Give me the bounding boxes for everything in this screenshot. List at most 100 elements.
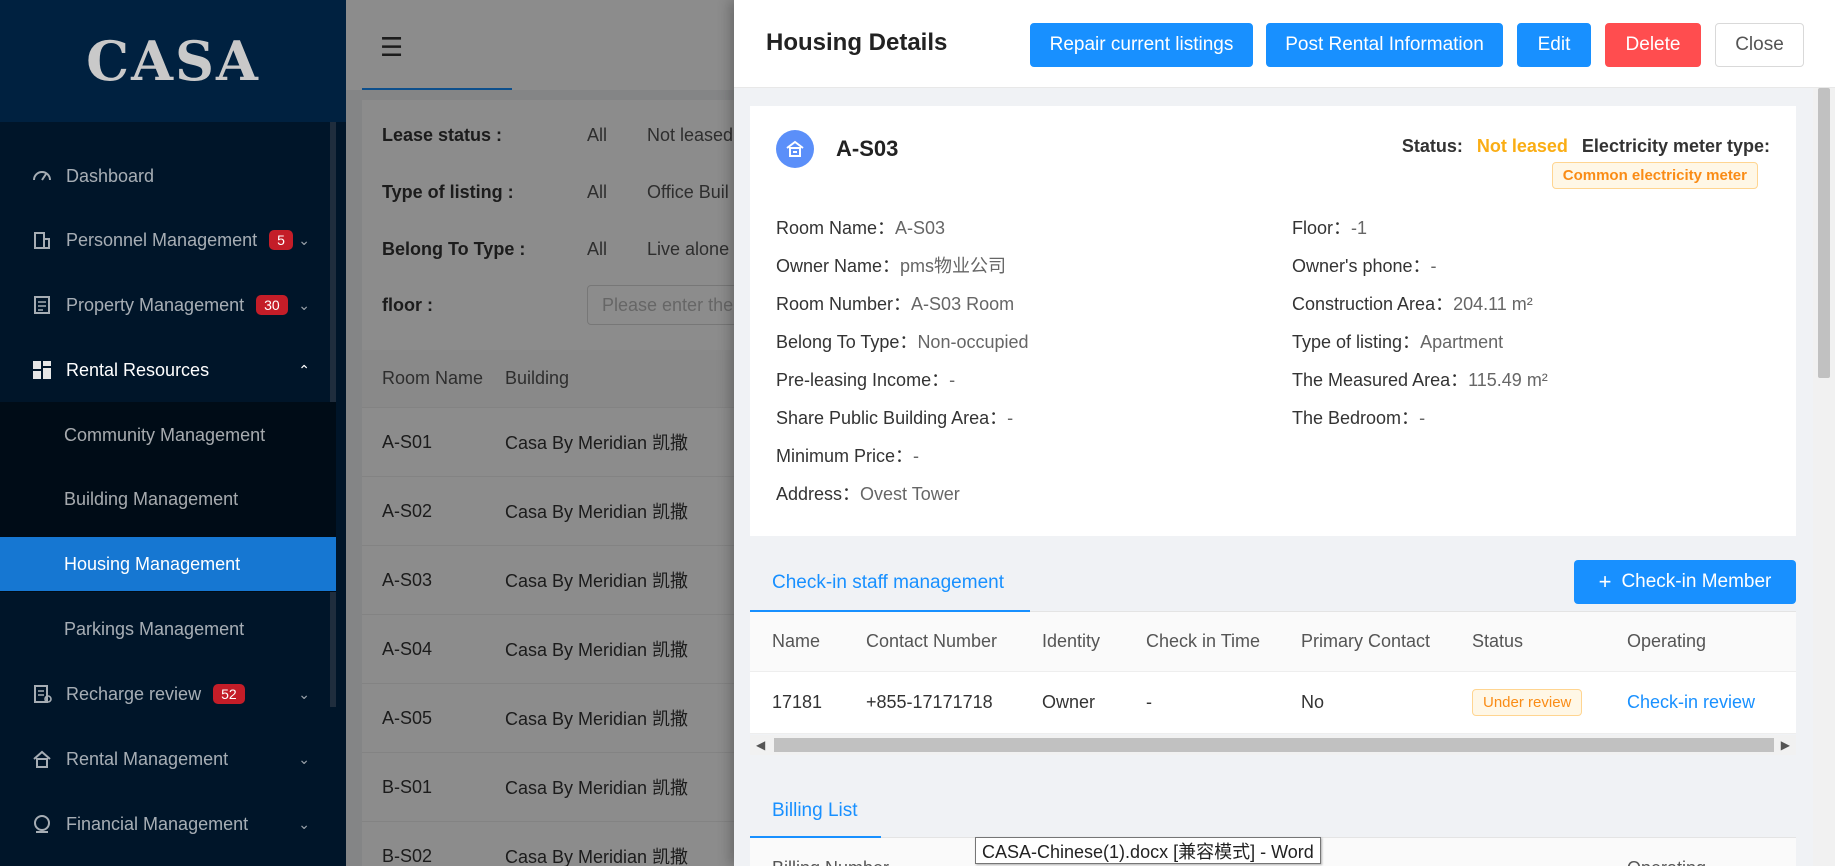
close-button[interactable]: Close <box>1715 23 1804 67</box>
submenu-housing[interactable]: Housing Management <box>0 537 336 591</box>
menu-label: Financial Management <box>66 813 249 834</box>
menu-item-rental-resources[interactable]: Rental Resources ⌃ <box>0 342 336 398</box>
status-label: Status: <box>1401 136 1463 156</box>
field-value: - <box>1007 408 1014 428</box>
cell-phone: +855-17171718 <box>866 692 993 712</box>
edit-button[interactable]: Edit <box>1517 23 1591 67</box>
column-header: Operating <box>1627 631 1707 651</box>
field-value: - <box>1419 408 1426 428</box>
field-room-number: Room Number：A-S03 Room <box>776 290 1014 316</box>
field-value: 115.49 m² <box>1468 370 1548 390</box>
field-label: Share Public Building Area： <box>776 408 1008 428</box>
horizontal-scrollbar[interactable]: ◀ ▶ <box>750 735 1796 755</box>
delete-button[interactable]: Delete <box>1605 23 1701 67</box>
sidebar: CASA Dashboard Personnel Management 5 ⌄ … <box>0 0 346 866</box>
count-badge: 52 <box>213 684 245 704</box>
menu-item-property[interactable]: Property Management 30 ⌄ <box>0 277 336 333</box>
post-rental-button[interactable]: Post Rental Information <box>1266 23 1503 67</box>
column-header: Billing Number <box>772 858 889 866</box>
chevron-down-icon: ⌄ <box>298 815 310 832</box>
scroll-right-icon[interactable]: ▶ <box>1781 738 1790 752</box>
housing-details-drawer: Housing Details Repair current listings … <box>734 0 1835 866</box>
menu-label: Dashboard <box>66 165 155 186</box>
plus-icon: + <box>1598 569 1612 594</box>
finance-icon <box>32 814 52 834</box>
dashboard-icon <box>32 166 52 186</box>
column-header: Status <box>1472 631 1524 651</box>
field-floor: Floor：-1 <box>1292 214 1367 240</box>
field-share-public-area: Share Public Building Area：- <box>776 404 1013 430</box>
field-value: pms物业公司 <box>900 256 1007 276</box>
checkin-review-link[interactable]: Check-in review <box>1627 672 1755 733</box>
field-value: - <box>949 370 956 390</box>
field-label: Address： <box>776 484 861 504</box>
column-header: Contact Number <box>866 631 998 651</box>
field-label: Belong To Type： <box>776 332 918 352</box>
repair-listings-button[interactable]: Repair current listings <box>1030 23 1253 67</box>
field-label: Type of listing： <box>1292 332 1421 352</box>
scrollbar-thumb[interactable] <box>774 738 1774 752</box>
checkin-staff-section: Check-in staff management + Check-in Mem… <box>750 550 1796 760</box>
menu-label: Rental Management <box>66 748 229 769</box>
submenu-building[interactable]: Building Management <box>0 472 336 526</box>
field-label: Floor： <box>1292 218 1352 238</box>
field-value: A-S03 <box>895 218 946 238</box>
column-header: Operating <box>1627 858 1706 866</box>
submenu-label: Community Management <box>64 424 266 445</box>
chevron-up-icon: ⌃ <box>298 361 310 378</box>
menu-item-recharge[interactable]: Recharge review 52 ⌄ <box>0 666 336 722</box>
scrollbar-thumb[interactable] <box>1818 88 1830 378</box>
app-root: CASA Dashboard Personnel Management 5 ⌄ … <box>0 0 1835 866</box>
submenu-community[interactable]: Community Management <box>0 408 336 462</box>
menu-item-financial[interactable]: Financial Management ⌄ <box>0 796 336 852</box>
room-info-card: A-S03 Status: Not leased Electricity met… <box>750 106 1796 536</box>
logo: CASA <box>86 29 260 93</box>
tab-billing-list[interactable]: Billing List <box>772 800 858 822</box>
submenu-parkings[interactable]: Parkings Management <box>0 602 336 656</box>
column-header: Primary Contact <box>1301 631 1431 651</box>
menu-item-rental-management[interactable]: Rental Management ⌄ <box>0 731 336 787</box>
field-label: Minimum Price： <box>776 446 914 466</box>
cell-primary-contact: No <box>1301 692 1325 712</box>
taskbar-tooltip: CASA-Chinese(1).docx [兼容模式] - Word <box>975 837 1321 864</box>
column-header: Name <box>772 631 821 651</box>
meter-type-tag: Common electricity meter <box>1551 162 1758 189</box>
menu-item-dashboard[interactable]: Dashboard <box>0 148 336 204</box>
count-badge: 5 <box>269 230 293 250</box>
submenu-label: Building Management <box>64 488 239 509</box>
field-owner-phone: Owner's phone：- <box>1292 252 1437 278</box>
field-value: Ovest Tower <box>860 484 960 504</box>
field-measured-area: The Measured Area：115.49 m² <box>1292 366 1548 392</box>
menu-label: Personnel Management <box>66 229 258 250</box>
menu-label: Recharge review <box>66 683 202 704</box>
field-value: -1 <box>1351 218 1368 238</box>
field-label: The Measured Area： <box>1292 370 1469 390</box>
field-pre-leasing-income: Pre-leasing Income：- <box>776 366 955 392</box>
field-bedroom: The Bedroom：- <box>1292 404 1425 430</box>
submenu-label: Parkings Management <box>64 618 245 639</box>
field-value: Apartment <box>1420 332 1504 352</box>
field-value: A-S03 Room <box>911 294 1015 314</box>
document-icon <box>32 295 52 315</box>
status-badge: Under review <box>1472 689 1583 716</box>
table-row: 17181 +855-17171718 Owner - No Under rev… <box>750 672 1796 734</box>
menu-label: Rental Resources <box>66 359 210 380</box>
field-label: Owner Name： <box>776 256 901 276</box>
field-construction-area: Construction Area：204.11 m² <box>1292 290 1533 316</box>
field-listing-type: Type of listing：Apartment <box>1292 328 1503 354</box>
menu-item-personnel[interactable]: Personnel Management 5 ⌄ <box>0 212 336 268</box>
staff-table-header: Name Contact Number Identity Check in Ti… <box>750 612 1796 672</box>
drawer-header: Housing Details Repair current listings … <box>734 0 1835 88</box>
house-icon <box>776 130 814 168</box>
receipt-icon <box>32 684 52 704</box>
checkin-member-button[interactable]: + Check-in Member <box>1574 560 1796 604</box>
meter-label: Electricity meter type: <box>1581 136 1770 156</box>
tab-checkin-staff[interactable]: Check-in staff management <box>772 572 1004 594</box>
submenu-label: Housing Management <box>64 553 241 574</box>
field-label: Room Number： <box>776 294 912 314</box>
status-value: Not leased <box>1476 136 1568 156</box>
field-value: - <box>1430 256 1437 276</box>
scroll-left-icon[interactable]: ◀ <box>756 738 765 752</box>
drawer-scrollbar[interactable] <box>1813 88 1835 866</box>
cell-identity: Owner <box>1042 692 1096 712</box>
